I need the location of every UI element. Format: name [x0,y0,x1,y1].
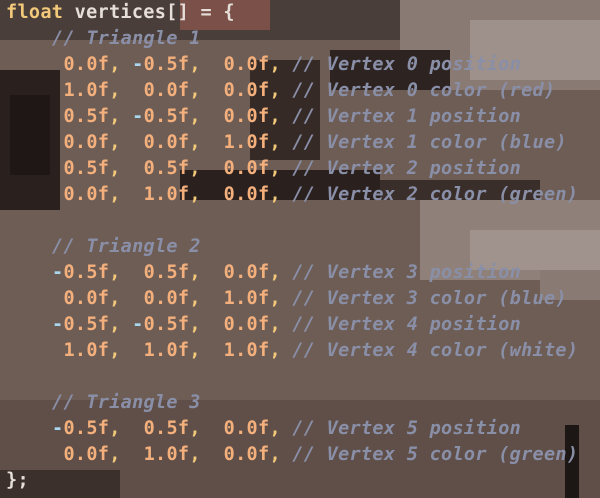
vertex-value: 1.0f [143,184,190,205]
group-comment: // Triangle 3 [52,392,201,413]
vertex-value: 0.0f [63,184,110,205]
vertex-comment: // Vertex 3 color (blue) [292,288,567,309]
vertex-row: -0.5f, -0.5f, 0.0f, // Vertex 4 position [52,314,522,335]
vertex-value: 1.0f [223,288,270,309]
vertex-comment: // Vertex 4 position [292,314,522,335]
vertex-value: 0.0f [63,132,110,153]
vertex-comment: // Vertex 2 color (green) [292,184,579,205]
vertex-value: 0.0f [143,132,190,153]
closing-brace: }; [6,470,29,491]
vertex-value: 0.5f [63,158,110,179]
vertex-value: 1.0f [63,80,110,101]
vertex-value: 1.0f [223,340,270,361]
vertex-row: -0.5f, 0.5f, 0.0f, // Vertex 5 position [52,418,522,439]
vertex-row: 0.5f, 0.5f, 0.0f, // Vertex 2 position [63,158,522,179]
vertex-value: 0.0f [223,158,270,179]
vertex-value: 0.5f [143,262,190,283]
vertex-row: 0.0f, 0.0f, 1.0f, // Vertex 1 color (blu… [63,132,567,153]
vertex-value: 0.0f [223,444,270,465]
vertex-value: -0.5f [52,262,110,283]
vertex-value: 0.0f [223,262,270,283]
vertex-value: -0.5f [132,54,190,75]
vertex-value: 1.0f [143,340,190,361]
vertex-comment: // Vertex 3 position [292,262,522,283]
vertex-comment: // Vertex 4 color (white) [292,340,579,361]
vertex-row: 1.0f, 0.0f, 0.0f, // Vertex 0 color (red… [63,80,556,101]
group-comment-line: // Triangle 1 [52,26,201,52]
vertex-value: 1.0f [223,132,270,153]
vertex-value: -0.5f [132,314,190,335]
vertex-row: 0.0f, 1.0f, 0.0f, // Vertex 5 color (gre… [63,444,579,465]
vertex-comment: // Vertex 1 color (blue) [292,132,567,153]
vertex-comment: // Vertex 5 color (green) [292,444,579,465]
vertex-value: 0.0f [63,444,110,465]
vertex-value: 0.0f [223,54,270,75]
vertex-value: 1.0f [63,340,110,361]
vertex-row: 0.5f, -0.5f, 0.0f, // Vertex 1 position [63,106,522,127]
vertex-value: 0.0f [223,80,270,101]
vertex-value: 0.0f [63,54,110,75]
vertex-row: 1.0f, 1.0f, 1.0f, // Vertex 4 color (whi… [63,340,579,361]
group-comment: // Triangle 1 [52,28,201,49]
declaration-text: vertices[] = { [74,2,235,23]
type-keyword: float [6,2,64,23]
vertex-row: 0.0f, 0.0f, 1.0f, // Vertex 3 color (blu… [63,288,567,309]
vertex-value: 0.5f [63,106,110,127]
closing-brace-line: }; [6,468,29,494]
vertex-comment: // Vertex 5 position [292,418,522,439]
group-comment: // Triangle 2 [52,236,201,257]
group-comment-line: // Triangle 3 [52,390,201,416]
vertex-value: -0.5f [52,314,110,335]
vertex-value: 0.0f [223,418,270,439]
vertex-value: 0.0f [223,314,270,335]
vertex-comment: // Vertex 0 color (red) [292,80,556,101]
vertex-value: 0.0f [143,80,190,101]
vertex-value: -0.5f [132,106,190,127]
vertex-row: 0.0f, 1.0f, 0.0f, // Vertex 2 color (gre… [63,184,579,205]
vertex-value: 0.0f [223,106,270,127]
vertex-value: 0.5f [143,418,190,439]
code-block: float vertices[] = { // Triangle 1 0.0f,… [0,0,600,498]
vertex-row: 0.0f, -0.5f, 0.0f, // Vertex 0 position [63,54,522,75]
vertex-comment: // Vertex 0 position [292,54,522,75]
declaration-line: float vertices[] = { [6,0,235,26]
vertex-value: 0.0f [63,288,110,309]
vertex-value: 0.0f [223,184,270,205]
vertex-value: 0.5f [143,158,190,179]
vertex-value: -0.5f [52,418,110,439]
group-comment-line: // Triangle 2 [52,234,201,260]
vertex-row: -0.5f, 0.5f, 0.0f, // Vertex 3 position [52,262,522,283]
vertex-comment: // Vertex 1 position [292,106,522,127]
vertex-comment: // Vertex 2 position [292,158,522,179]
vertex-value: 0.0f [143,288,190,309]
vertex-value: 1.0f [143,444,190,465]
